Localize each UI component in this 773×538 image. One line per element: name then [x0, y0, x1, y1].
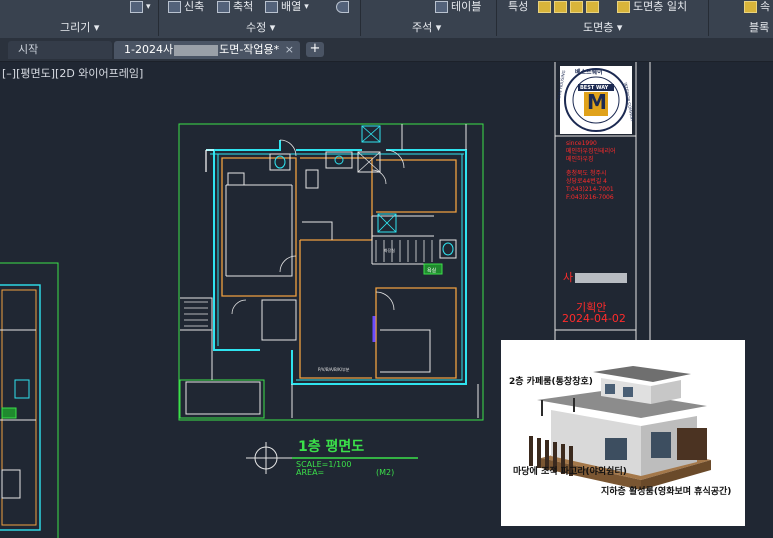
- tab-start[interactable]: 시작: [8, 41, 112, 59]
- modify-group-label: 수정: [246, 21, 267, 34]
- project-prefix: 사: [563, 271, 574, 284]
- properties-button[interactable]: 특성: [508, 0, 528, 16]
- block-group-title[interactable]: 블록: [749, 21, 769, 35]
- house-rendering: [529, 366, 711, 490]
- info-line: F:043)216-7006: [566, 194, 614, 201]
- block-attribute-button[interactable]: 속: [744, 0, 770, 16]
- move-tool-button[interactable]: ▾: [130, 0, 151, 16]
- info-line: T:043)214-7001: [566, 186, 614, 193]
- match-layer-icon: [617, 1, 630, 13]
- bath-label: 욕실: [427, 268, 437, 274]
- room-label: 화장실: [384, 248, 396, 253]
- info-line: 메인하우징: [566, 156, 594, 163]
- photo-caption-mid: 마당에 조적 파고라(야외쉼터): [513, 467, 627, 477]
- properties-label: 특성: [508, 0, 529, 13]
- dropdown-icon: ▾: [146, 2, 151, 12]
- shrink-label: 신축: [184, 0, 205, 13]
- layers-group-title[interactable]: 도면층 ▾: [583, 21, 622, 35]
- array-label: 배열: [281, 0, 302, 13]
- block-attribute-label: 속: [760, 0, 771, 13]
- draw-group-title[interactable]: 그리기 ▾: [60, 21, 99, 35]
- photo-caption-bottom: 지하층 활성룸(영화보며 휴식공간): [601, 487, 732, 497]
- tab-file-prefix: 1-2024사: [124, 43, 174, 56]
- logo-letter: M: [587, 90, 607, 114]
- annotation-group-label: 주석: [412, 21, 433, 34]
- table-label: 테이블: [451, 0, 482, 13]
- offset-icon: [336, 1, 349, 13]
- wall-note: P/V/B/A/B/K/부분: [318, 367, 350, 372]
- array-icon: [265, 1, 278, 13]
- scale-button[interactable]: 축척: [217, 0, 253, 16]
- ribbon-separator: [496, 0, 497, 36]
- info-line: 메인하우징인테리어: [566, 148, 616, 155]
- layer-freeze-icon: [570, 1, 583, 13]
- logo-top-text: 베스트웨이: [575, 69, 603, 76]
- company-info: since1990 메인하우징인테리어 메인하우징 충청북도 청주시 상당로44…: [566, 140, 616, 202]
- layer-isolate-icon: [538, 1, 551, 13]
- plan-title: 1층 평면도: [298, 439, 365, 455]
- house-rendering-photo: 2층 카페룸(통창창호) 마당에 조적 파고라(야외쉼터) 지하층 활성룸(영화…: [501, 340, 745, 526]
- check-icon: [744, 1, 757, 13]
- project-name: 사: [563, 269, 628, 285]
- block-group-label: 블록: [749, 21, 770, 34]
- new-tab-button[interactable]: +: [306, 42, 324, 57]
- photo-caption-top: 2층 카페룸(통창창호): [509, 377, 593, 387]
- scale-label: 축척: [233, 0, 254, 13]
- ribbon: ▾ 신축 축척 배열 ▾ 테이블 특성 도면층 일치 속 그리기 ▾ 수정 ▾ 주…: [0, 0, 773, 38]
- close-tab-icon[interactable]: ×: [285, 41, 294, 59]
- info-line: 상당로44번길 4: [566, 178, 607, 185]
- plan-area: AREA=: [296, 468, 325, 477]
- redacted-text: [575, 273, 628, 283]
- redacted-text: [174, 44, 219, 56]
- drawing-date: 2024-04-02: [562, 312, 626, 325]
- table-button[interactable]: 테이블: [435, 0, 481, 16]
- tab-drawing[interactable]: 1-2024사 도면-작업용* ×: [114, 41, 300, 59]
- ribbon-separator: [708, 0, 709, 36]
- shrink-button[interactable]: 신축: [168, 0, 204, 16]
- stretch-icon: [168, 1, 181, 13]
- match-layer-button[interactable]: 도면층 일치: [617, 0, 687, 16]
- move-icon: [130, 1, 143, 13]
- offset-button[interactable]: [336, 0, 349, 16]
- dropdown-icon: ▾: [304, 2, 309, 12]
- layers-group-label: 도면층: [583, 21, 614, 34]
- tab-file-suffix: 도면-작업용*: [219, 43, 280, 56]
- info-line: since1990: [566, 140, 597, 147]
- plan-area-unit: (M2): [376, 468, 395, 477]
- drawing-canvas[interactable]: [–][평면도][2D 와이어프레임] 베스트웨이 BEST WAY M MAI…: [0, 62, 773, 538]
- annotation-group-title[interactable]: 주석 ▾: [412, 21, 441, 35]
- tab-start-label: 시작: [18, 43, 39, 56]
- ribbon-separator: [158, 0, 159, 36]
- scale-icon: [217, 1, 230, 13]
- draw-group-label: 그리기: [60, 21, 91, 34]
- match-layer-label: 도면층 일치: [633, 0, 688, 13]
- file-tab-bar: 시작 1-2024사 도면-작업용* × +: [0, 38, 773, 62]
- left-partial-plan: [0, 262, 59, 538]
- array-button[interactable]: 배열 ▾: [265, 0, 309, 16]
- modify-group-title[interactable]: 수정 ▾: [246, 21, 275, 35]
- layer-tools[interactable]: [538, 0, 599, 16]
- info-line: 충청북도 청주시: [566, 170, 607, 177]
- ribbon-separator: [360, 0, 361, 36]
- layer-lock-icon: [586, 1, 599, 13]
- layer-off-icon: [554, 1, 567, 13]
- table-icon: [435, 1, 448, 13]
